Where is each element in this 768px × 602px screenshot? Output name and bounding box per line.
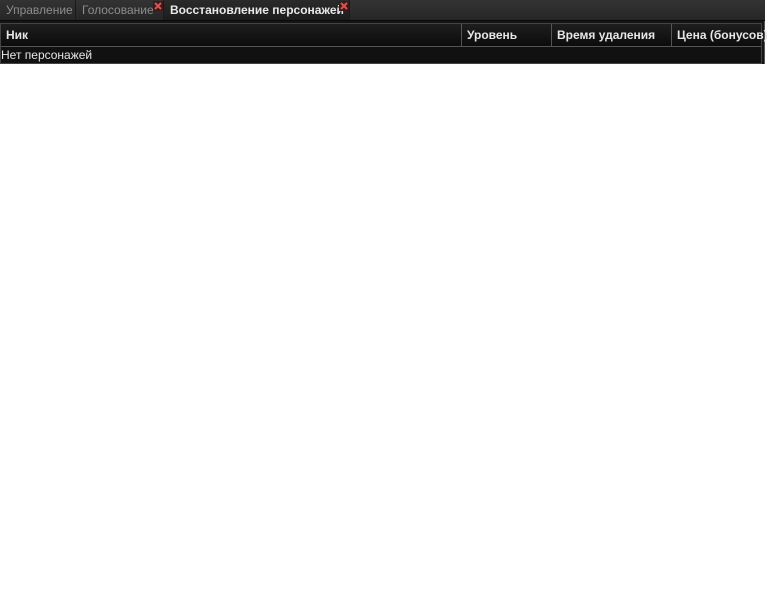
close-icon[interactable] <box>153 1 163 11</box>
tab-label: Управление <box>6 3 73 17</box>
characters-table: Ник Уровень Время удаления Цена (бонусов… <box>0 23 768 64</box>
tab-management[interactable]: Управление <box>0 0 76 20</box>
column-header-deletion-time[interactable]: Время удаления <box>552 24 672 46</box>
empty-table-message: Нет персонажей <box>1 47 761 63</box>
tab-voting[interactable]: Голосование <box>76 0 164 20</box>
column-header-level[interactable]: Уровень <box>462 24 552 46</box>
tab-bar: Управление Голосование Восстановление пе… <box>0 0 765 21</box>
table-header: Ник Уровень Время удаления Цена (бонусов… <box>1 24 768 47</box>
close-icon[interactable] <box>339 1 349 11</box>
column-header-price[interactable]: Цена (бонусов) <box>672 24 768 46</box>
tab-label: Голосование <box>82 3 154 17</box>
column-header-nick[interactable]: Ник <box>1 24 462 46</box>
restore-characters-panel: Управление Голосование Восстановление пе… <box>0 0 768 64</box>
tab-label: Восстановление персонажей <box>170 3 344 17</box>
tab-restore-characters[interactable]: Восстановление персонажей <box>164 0 350 20</box>
